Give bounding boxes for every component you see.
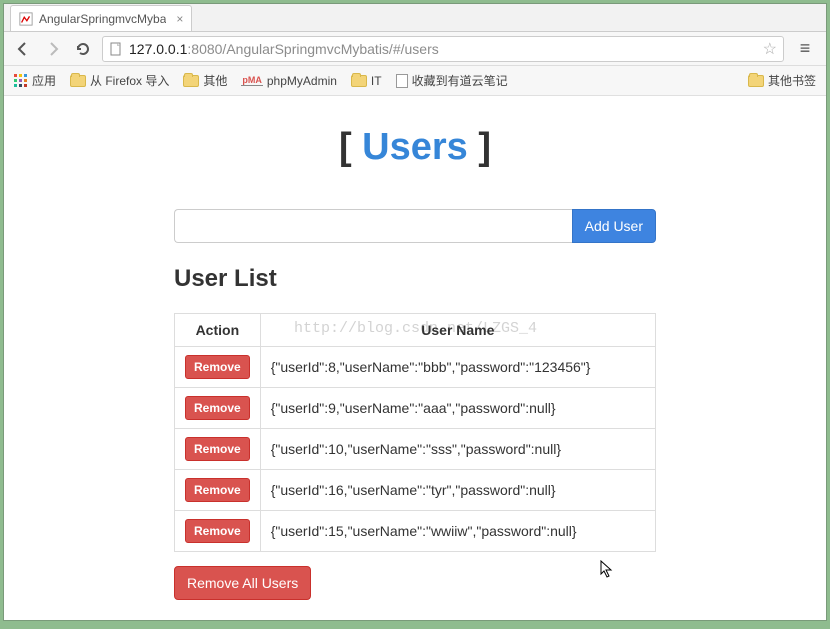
browser-window: AngularSpringmvcMyba × 127.0.0.1:8080/An…: [3, 3, 827, 621]
url-host: 127.0.0.1: [129, 41, 187, 57]
close-tab-icon[interactable]: ×: [176, 12, 183, 26]
action-cell: Remove: [175, 470, 261, 511]
apps-icon: [14, 74, 28, 88]
title-word: Users: [362, 126, 468, 168]
url-path: :8080/AngularSpringmvcMybatis/#/users: [187, 41, 438, 57]
table-row: Remove {"userId":16,"userName":"tyr","pas…: [175, 470, 656, 511]
forward-button[interactable]: [42, 38, 64, 60]
user-name-cell: {"userId":16,"userName":"tyr","password"…: [260, 470, 655, 511]
tab-bar: AngularSpringmvcMyba ×: [4, 4, 826, 32]
user-name-cell: {"userId":8,"userName":"bbb","password":…: [260, 347, 655, 388]
bookmark-label: IT: [371, 74, 382, 88]
bookmark-label: 收藏到有道云笔记: [412, 72, 508, 89]
user-name-cell: {"userId":15,"userName":"wwiiw","passwor…: [260, 511, 655, 552]
table-header-name: User Name: [260, 314, 655, 347]
bookmarks-bar: 应用 从 Firefox 导入 其他 pMA phpMyAdmin IT 收藏到…: [4, 66, 826, 96]
browser-tab[interactable]: AngularSpringmvcMyba ×: [10, 5, 192, 31]
menu-button[interactable]: ≡: [792, 36, 818, 62]
title-bracket-left: [: [339, 126, 352, 168]
url-text: 127.0.0.1:8080/AngularSpringmvcMybatis/#…: [129, 41, 439, 57]
folder-icon: [748, 75, 764, 87]
tab-title: AngularSpringmvcMyba: [39, 12, 166, 26]
remove-button[interactable]: Remove: [185, 355, 250, 379]
bookmark-other[interactable]: 其他: [183, 72, 227, 89]
action-cell: Remove: [175, 429, 261, 470]
nav-bar: 127.0.0.1:8080/AngularSpringmvcMybatis/#…: [4, 32, 826, 66]
bookmark-label: 其他书签: [768, 72, 816, 89]
remove-all-button[interactable]: Remove All Users: [174, 566, 311, 600]
bookmark-phpmyadmin[interactable]: pMA phpMyAdmin: [241, 74, 337, 88]
remove-button[interactable]: Remove: [185, 478, 250, 502]
phpmyadmin-icon: pMA: [241, 75, 263, 86]
folder-icon: [70, 75, 86, 87]
user-name-cell: {"userId":9,"userName":"aaa","password":…: [260, 388, 655, 429]
list-title: User List: [174, 265, 656, 293]
bookmark-other-bookmarks[interactable]: 其他书签: [748, 72, 816, 89]
page-content: [ Users ] Add User User List http://blog…: [4, 96, 826, 620]
page-icon: [396, 74, 408, 88]
bookmark-label: 其他: [203, 72, 227, 89]
action-cell: Remove: [175, 511, 261, 552]
user-table: Action User Name Remove {"userId":8,"user…: [174, 313, 656, 552]
favicon-icon: [19, 12, 33, 26]
table-row: Remove {"userId":8,"userName":"bbb","pass…: [175, 347, 656, 388]
bookmark-youdao[interactable]: 收藏到有道云笔记: [396, 72, 508, 89]
bookmark-star-icon[interactable]: ☆: [763, 39, 777, 59]
add-user-button[interactable]: Add User: [572, 209, 656, 243]
add-user-row: Add User: [174, 209, 656, 243]
action-cell: Remove: [175, 347, 261, 388]
bookmark-label: 从 Firefox 导入: [90, 72, 169, 89]
table-header-action: Action: [175, 314, 261, 347]
title-bracket-right: ]: [478, 126, 491, 168]
user-name-cell: {"userId":10,"userName":"sss","password"…: [260, 429, 655, 470]
folder-icon: [351, 75, 367, 87]
remove-button[interactable]: Remove: [185, 519, 250, 543]
folder-icon: [183, 75, 199, 87]
bookmark-apps[interactable]: 应用: [14, 72, 56, 89]
add-user-input[interactable]: [174, 209, 572, 243]
page-icon: [109, 42, 123, 56]
url-bar[interactable]: 127.0.0.1:8080/AngularSpringmvcMybatis/#…: [102, 36, 784, 62]
table-row: Remove {"userId":10,"userName":"sss","pas…: [175, 429, 656, 470]
table-row: Remove {"userId":9,"userName":"aaa","pass…: [175, 388, 656, 429]
action-cell: Remove: [175, 388, 261, 429]
remove-button[interactable]: Remove: [185, 396, 250, 420]
bookmark-firefox-import[interactable]: 从 Firefox 导入: [70, 72, 169, 89]
remove-button[interactable]: Remove: [185, 437, 250, 461]
bookmark-label: 应用: [32, 72, 56, 89]
back-button[interactable]: [12, 38, 34, 60]
bookmark-it[interactable]: IT: [351, 74, 382, 88]
page-title: [ Users ]: [174, 126, 656, 169]
bookmark-label: phpMyAdmin: [267, 74, 337, 88]
reload-button[interactable]: [72, 38, 94, 60]
table-row: Remove {"userId":15,"userName":"wwiiw","p…: [175, 511, 656, 552]
